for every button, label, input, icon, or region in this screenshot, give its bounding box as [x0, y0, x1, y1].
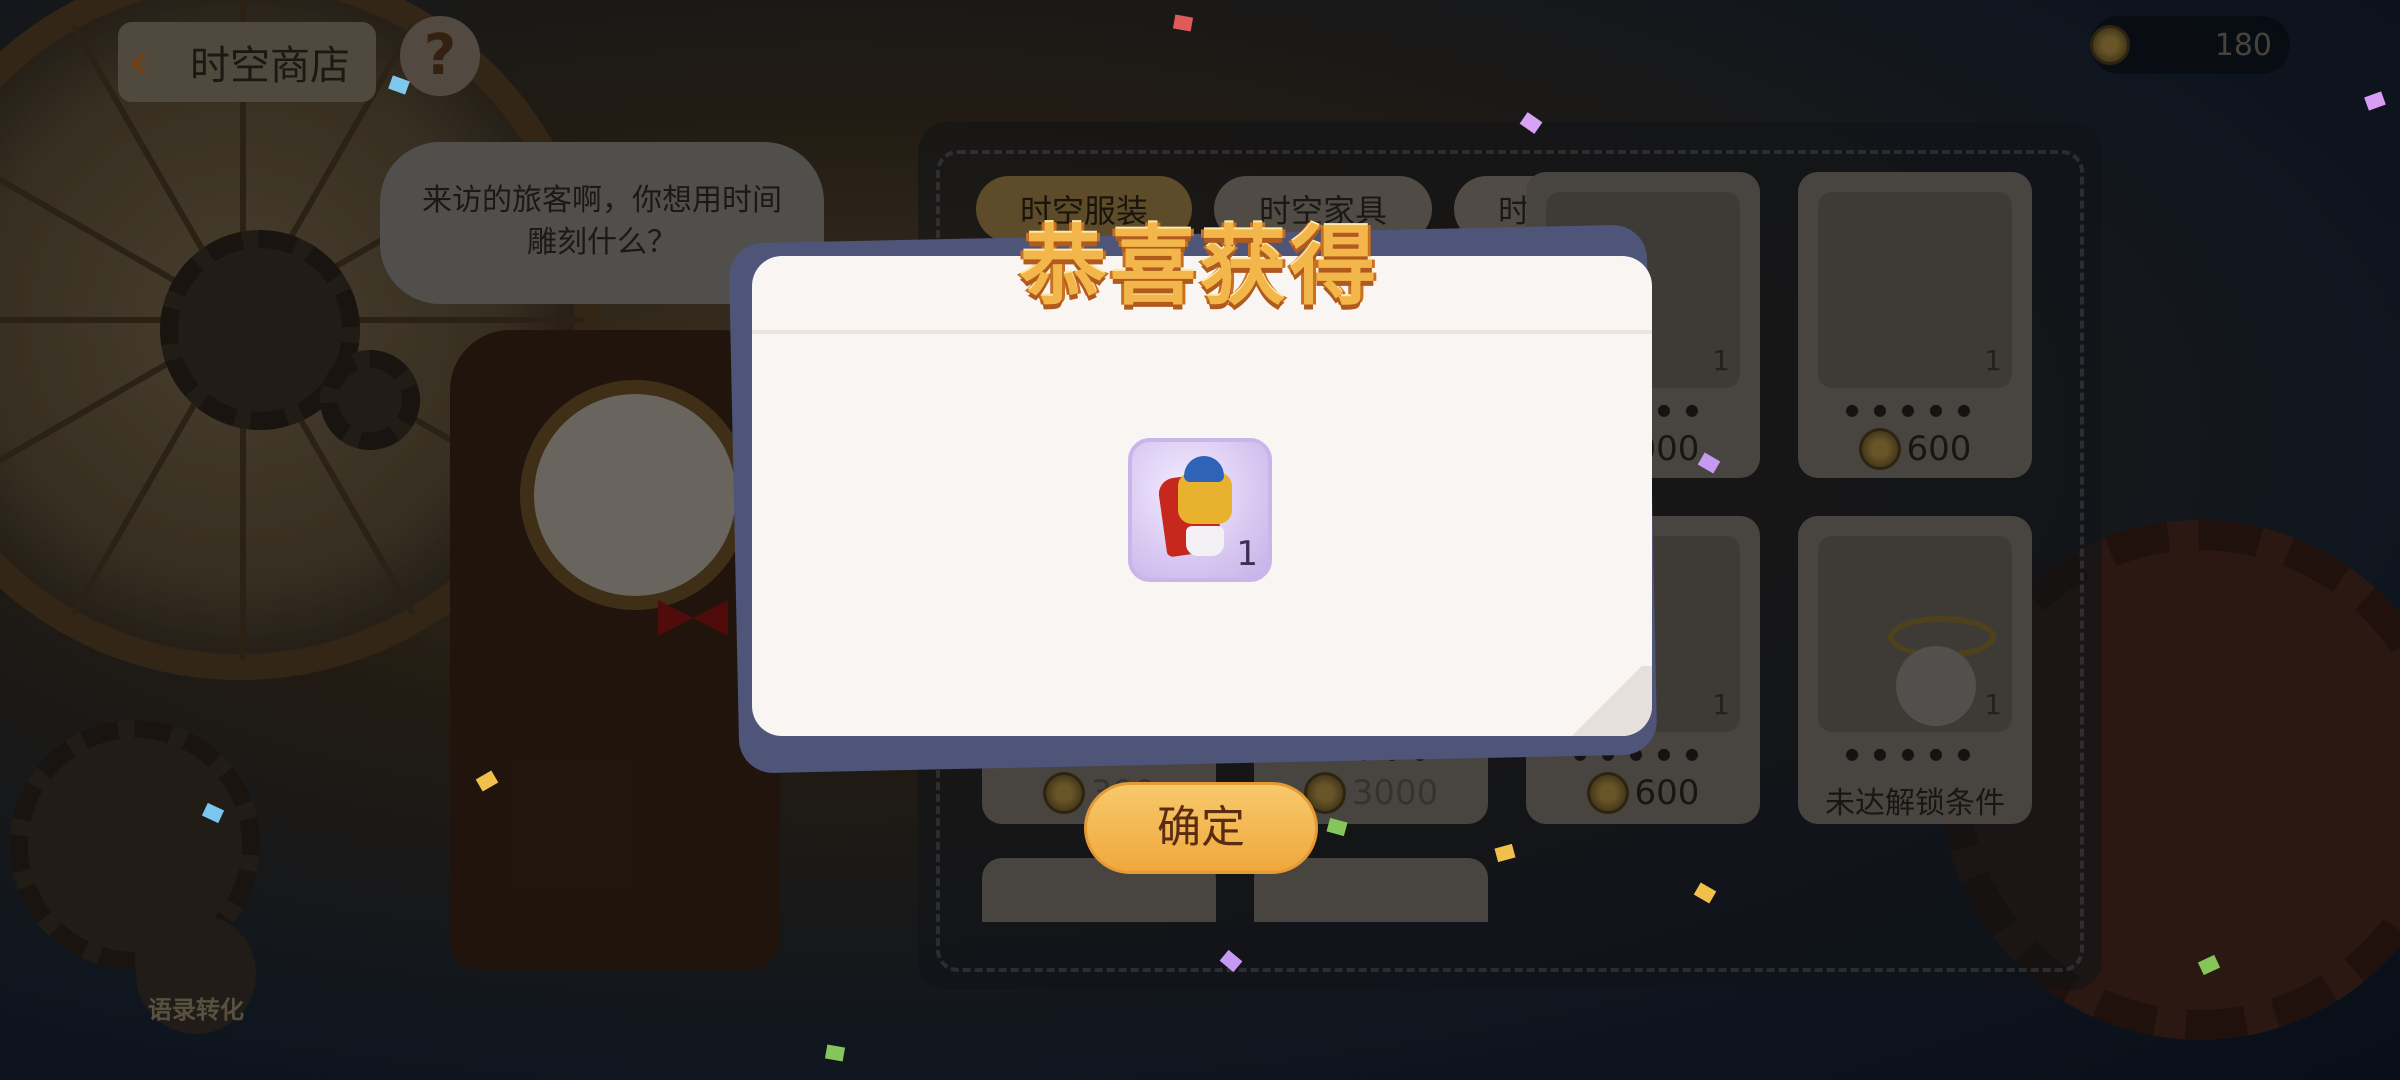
confirm-button[interactable]: 确定	[1084, 782, 1318, 874]
helmet-icon	[1184, 456, 1224, 482]
character-legs	[1186, 526, 1224, 556]
confetti-piece	[824, 1044, 846, 1062]
confetti-piece	[1172, 14, 1194, 32]
modal-title: 恭喜获得	[1020, 216, 1380, 317]
page-curl	[1562, 666, 1652, 736]
modal-divider	[752, 330, 1652, 334]
reward-quantity: 1	[1236, 534, 1258, 574]
reward-item[interactable]: 1	[1128, 438, 1272, 582]
